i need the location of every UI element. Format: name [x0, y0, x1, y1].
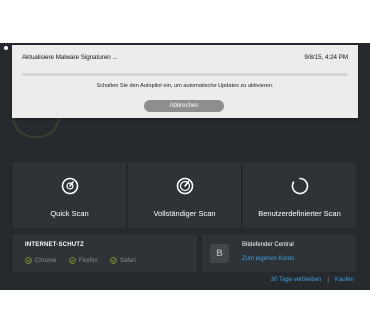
update-dialog: Aktualisiere Malware Signaturen ... 9/8/… [12, 45, 358, 118]
buy-link[interactable]: Kaufen [335, 277, 354, 283]
internet-protection-heading: INTERNET-SCHUTZ [25, 242, 84, 248]
browser-safari: Safari [110, 257, 136, 264]
browser-chrome-label: Chrome [35, 257, 57, 264]
bitdefender-central-title: Bitdefender Central [242, 242, 294, 248]
quick-scan-button[interactable]: Quick Scan [13, 162, 126, 228]
custom-scan-button[interactable]: Benutzerdefinierter Scan [243, 162, 356, 228]
scan-tiles: Quick Scan Vollständiger Scan Benutzerde… [13, 162, 356, 228]
browser-chrome: Chrome [25, 257, 56, 264]
browser-firefox: Firefox [69, 257, 97, 264]
full-scan-icon [176, 177, 193, 195]
check-circle-icon [25, 257, 32, 264]
custom-scan-label: Benutzerdefinierter Scan [258, 209, 341, 218]
update-progress-bar [22, 73, 348, 76]
window-dot [4, 46, 8, 50]
my-account-link[interactable]: Zum eigenen Konto [242, 256, 294, 262]
check-circle-icon [110, 257, 117, 264]
bitdefender-central-panel: B Bitdefender Central Zum eigenen Konto [202, 234, 356, 272]
dialog-title: Aktualisiere Malware Signaturen ... [22, 54, 118, 61]
footer: 30 Tage verbleiben | Kaufen [271, 277, 354, 283]
cancel-button[interactable]: Abbrechen [144, 100, 224, 112]
bitdefender-logo-icon: B [210, 244, 229, 263]
browser-safari-label: Safari [120, 257, 136, 264]
internet-protection-panel: INTERNET-SCHUTZ Chrome Firefox Safari [13, 234, 197, 272]
days-left-link[interactable]: 30 Tage verbleiben [271, 277, 322, 283]
status-ring [12, 116, 60, 138]
full-scan-label: Vollständiger Scan [153, 209, 216, 218]
dialog-message: Schalten Sie den Autopilot ein, um autom… [96, 83, 274, 89]
browser-firefox-label: Firefox [79, 257, 98, 264]
footer-separator: | [327, 277, 329, 283]
custom-scan-icon [291, 177, 308, 195]
quick-scan-label: Quick Scan [50, 209, 89, 218]
full-scan-button[interactable]: Vollständiger Scan [128, 162, 241, 228]
check-circle-icon [69, 257, 76, 264]
quick-scan-icon [61, 177, 78, 195]
dialog-timestamp: 9/8/15, 4:24 PM [304, 54, 348, 61]
